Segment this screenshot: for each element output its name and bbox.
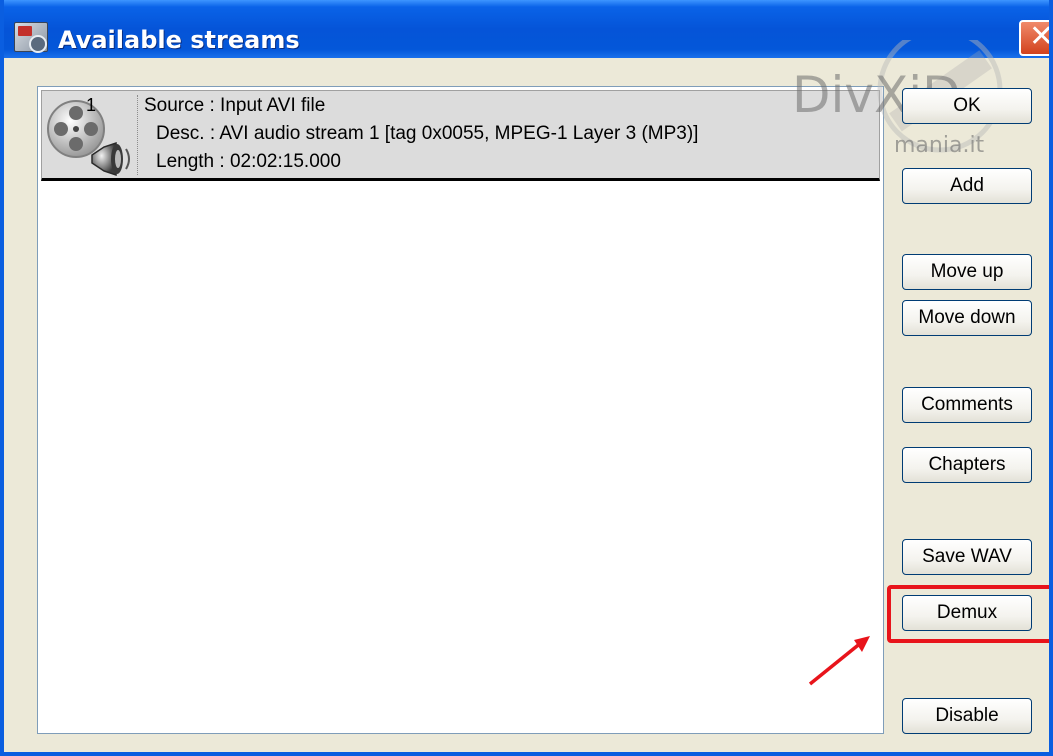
- stream-length: Length : 02:02:15.000: [156, 151, 341, 172]
- watermark-site: mania.it: [894, 133, 985, 158]
- add-button[interactable]: Add: [902, 168, 1032, 204]
- list-item[interactable]: 1 Source : Input AVI file Desc. : AVI au…: [41, 90, 880, 181]
- move-down-button[interactable]: Move down: [902, 300, 1032, 336]
- move-up-button[interactable]: Move up: [902, 254, 1032, 290]
- stream-source: Source : Input AVI file: [144, 95, 326, 116]
- window-title: Available streams: [58, 26, 300, 54]
- stream-number: 1: [86, 95, 97, 115]
- title-bar[interactable]: Available streams ✕: [4, 0, 1049, 58]
- demux-highlight-box: [887, 585, 1049, 643]
- close-button[interactable]: ✕: [1019, 20, 1049, 56]
- stream-description: Desc. : AVI audio stream 1 [tag 0x0055, …: [156, 123, 699, 144]
- comments-button[interactable]: Comments: [902, 387, 1032, 423]
- annotation-arrow-icon: [808, 636, 870, 686]
- chapters-button[interactable]: Chapters: [902, 447, 1032, 483]
- row-separator: [137, 95, 138, 175]
- streams-list[interactable]: 1 Source : Input AVI file Desc. : AVI au…: [37, 86, 884, 734]
- save-wav-button[interactable]: Save WAV: [902, 539, 1032, 575]
- ok-button[interactable]: OK: [902, 88, 1032, 124]
- available-streams-dialog: Available streams ✕ 1 Source: Input AVI…: [0, 0, 1053, 756]
- disable-button[interactable]: Disable: [902, 698, 1032, 734]
- app-icon: [14, 22, 48, 53]
